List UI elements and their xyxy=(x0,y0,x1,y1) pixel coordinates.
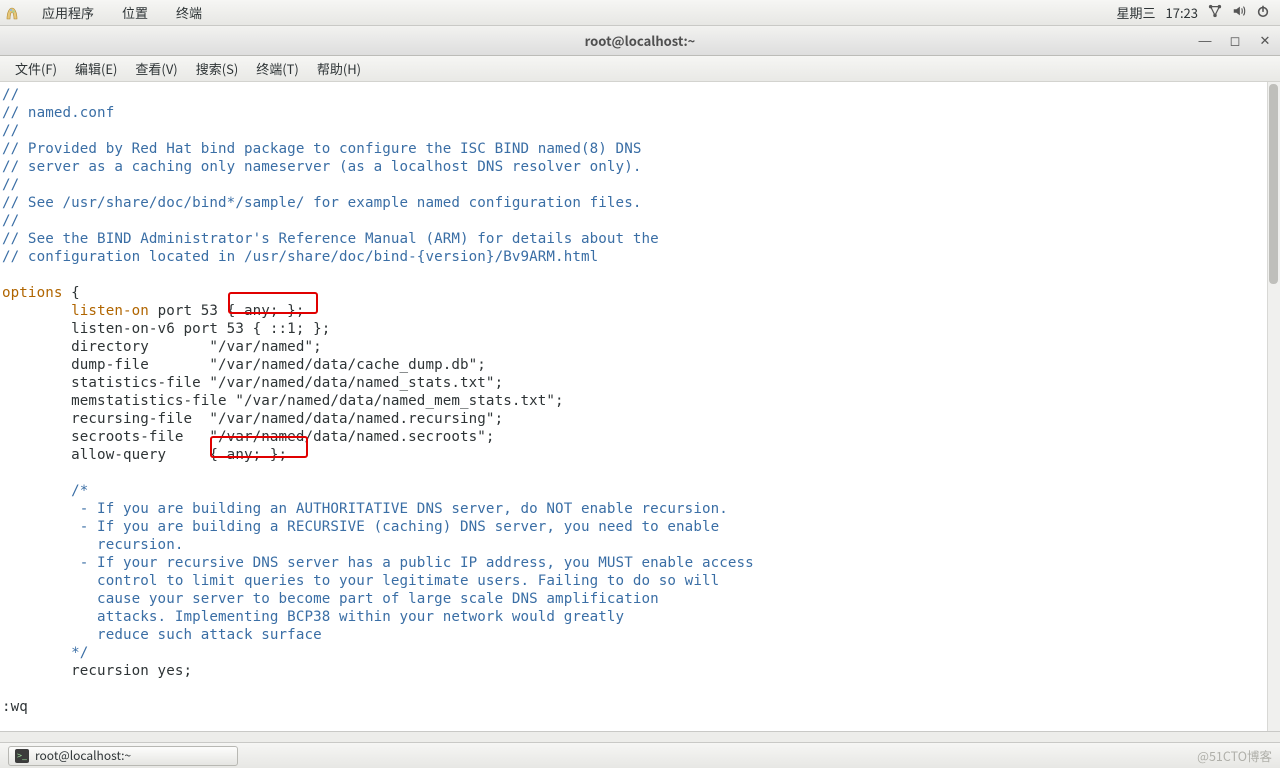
editor-area[interactable]: // // named.conf // // Provided by Red H… xyxy=(0,82,1280,732)
listen-on-keyword: listen-on xyxy=(71,303,149,319)
config-line: statistics-file "/var/named/data/named_s… xyxy=(2,375,503,391)
config-line: allow-query { any; }; xyxy=(2,447,287,463)
block-comment: /* xyxy=(2,483,88,499)
block-comment: - If your recursive DNS server has a pub… xyxy=(2,555,754,571)
top-panel-right: 星期三 17:23 xyxy=(1117,3,1277,23)
listen-on-value: port 53 { any; }; xyxy=(149,303,305,319)
menu-search[interactable]: 搜索(S) xyxy=(187,59,248,78)
menu-help[interactable]: 帮助(H) xyxy=(308,59,370,78)
comment-line: // xyxy=(2,213,19,229)
config-line: recursing-file "/var/named/data/named.re… xyxy=(2,411,503,427)
block-comment: cause your server to become part of larg… xyxy=(2,591,659,607)
menu-applications[interactable]: 应用程序 xyxy=(36,3,100,22)
window-title: root@localhost:~ xyxy=(0,31,1280,50)
block-comment: - If you are building a RECURSIVE (cachi… xyxy=(2,519,719,535)
vertical-scrollbar[interactable] xyxy=(1267,82,1280,731)
comment-line: // See the BIND Administrator's Referenc… xyxy=(2,231,659,247)
taskbar-button-label: root@localhost:~ xyxy=(35,747,131,764)
config-line: directory "/var/named"; xyxy=(2,339,322,355)
comment-line: // Provided by Red Hat bind package to c… xyxy=(2,141,641,157)
block-comment: attacks. Implementing BCP38 within your … xyxy=(2,609,624,625)
config-line: listen-on-v6 port 53 { ::1; }; xyxy=(2,321,330,337)
window-maximize-button[interactable]: ◻ xyxy=(1228,34,1242,48)
taskbar-terminal-button[interactable]: >_ root@localhost:~ xyxy=(8,746,238,766)
editor-content[interactable]: // // named.conf // // Provided by Red H… xyxy=(0,82,1280,731)
block-comment: reduce such attack surface xyxy=(2,627,322,643)
menu-edit[interactable]: 编辑(E) xyxy=(66,59,126,78)
comment-line: // configuration located in /usr/share/d… xyxy=(2,249,598,265)
watermark-text: @51CTO博客 xyxy=(1197,746,1272,765)
desktop-taskbar: >_ root@localhost:~ @51CTO博客 xyxy=(0,742,1280,768)
menu-file[interactable]: 文件(F) xyxy=(6,59,66,78)
window-close-button[interactable]: ✕ xyxy=(1258,34,1272,48)
config-line: dump-file "/var/named/data/cache_dump.db… xyxy=(2,357,486,373)
window-minimize-button[interactable]: — xyxy=(1198,34,1212,48)
indent xyxy=(2,303,71,319)
menu-view[interactable]: 查看(V) xyxy=(126,59,186,78)
config-line: memstatistics-file "/var/named/data/name… xyxy=(2,393,564,409)
clock-day[interactable]: 星期三 xyxy=(1117,3,1156,22)
block-comment: */ xyxy=(2,645,88,661)
top-panel-left: 应用程序 位置 终端 xyxy=(4,3,208,22)
options-keyword: options xyxy=(2,285,63,301)
block-comment: recursion. xyxy=(2,537,183,553)
comment-line: // xyxy=(2,123,19,139)
menu-terminal[interactable]: 终端 xyxy=(170,3,208,22)
terminal-icon: >_ xyxy=(15,749,29,763)
comment-line: // xyxy=(2,177,19,193)
config-line: secroots-file "/var/named/data/named.sec… xyxy=(2,429,495,445)
window-titlebar[interactable]: root@localhost:~ — ◻ ✕ xyxy=(0,26,1280,56)
desktop-top-panel: 应用程序 位置 终端 星期三 17:23 xyxy=(0,0,1280,26)
network-icon[interactable] xyxy=(1208,3,1222,23)
scrollbar-thumb[interactable] xyxy=(1269,84,1278,284)
clock-time[interactable]: 17:23 xyxy=(1166,3,1198,22)
config-line: recursion yes; xyxy=(2,663,192,679)
comment-line: // named.conf xyxy=(2,105,114,121)
power-icon[interactable] xyxy=(1256,3,1270,23)
comment-line: // See /usr/share/doc/bind*/sample/ for … xyxy=(2,195,641,211)
brace: { xyxy=(63,285,80,301)
apps-icon[interactable] xyxy=(4,5,20,21)
volume-icon[interactable] xyxy=(1232,3,1246,23)
comment-line: // xyxy=(2,87,19,103)
comment-line: // server as a caching only nameserver (… xyxy=(2,159,641,175)
window-menubar: 文件(F) 编辑(E) 查看(V) 搜索(S) 终端(T) 帮助(H) xyxy=(0,56,1280,82)
block-comment: control to limit queries to your legitim… xyxy=(2,573,719,589)
ex-command: :wq xyxy=(2,699,28,715)
menu-terminal-item[interactable]: 终端(T) xyxy=(247,59,308,78)
block-comment: - If you are building an AUTHORITATIVE D… xyxy=(2,501,728,517)
terminal-window: root@localhost:~ — ◻ ✕ 文件(F) 编辑(E) 查看(V)… xyxy=(0,26,1280,732)
menu-places[interactable]: 位置 xyxy=(116,3,154,22)
